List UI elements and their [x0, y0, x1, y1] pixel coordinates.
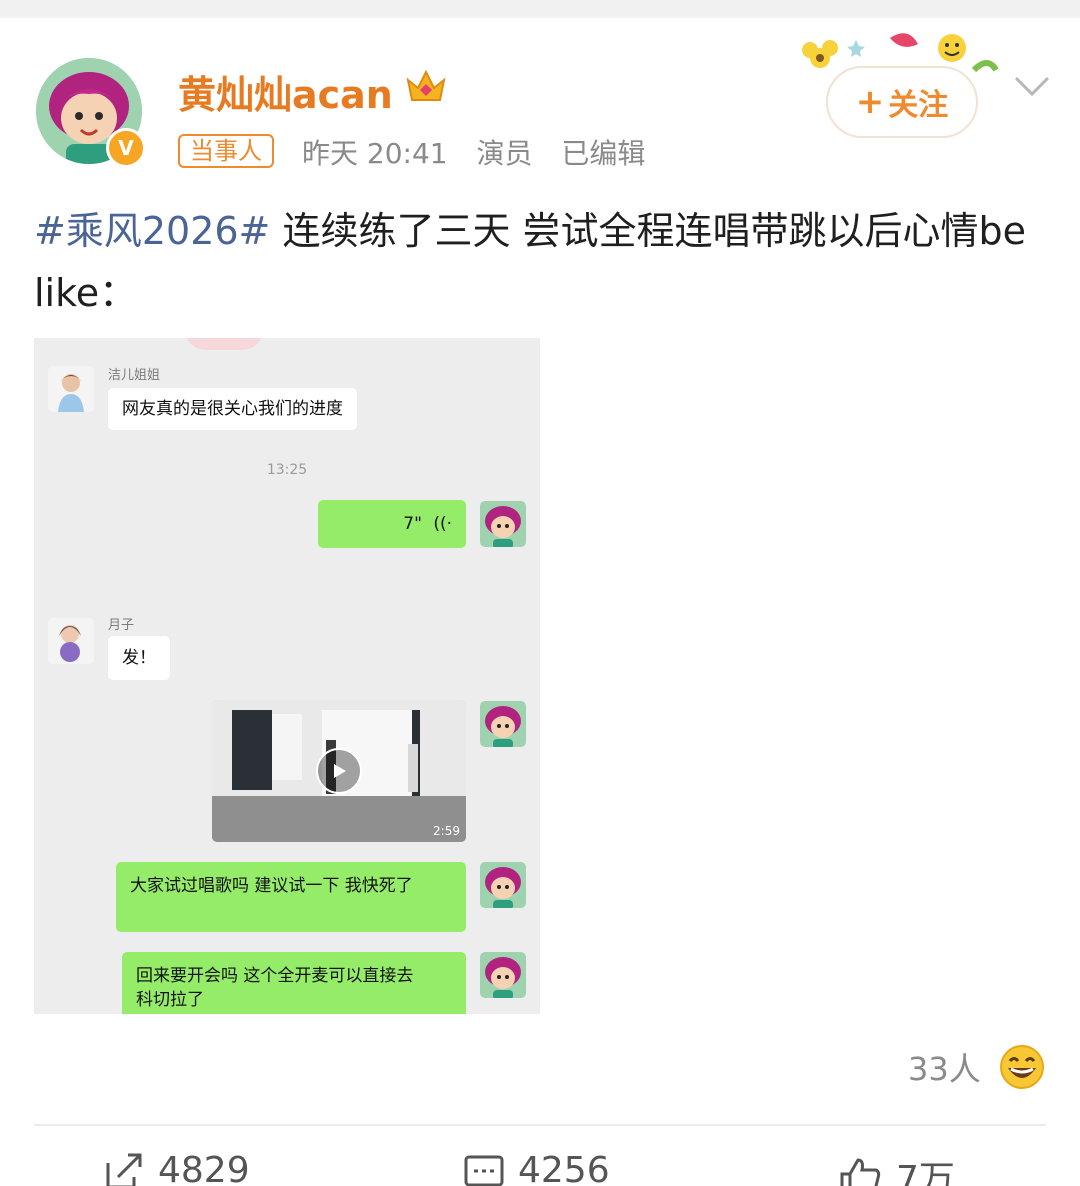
voice-message[interactable]: 7" ((· — [318, 500, 466, 548]
video-duration: 2:59 — [433, 824, 460, 838]
voice-duration: 7" — [403, 514, 422, 534]
username[interactable]: 黄灿灿acan — [178, 64, 393, 119]
message-bubble: 回来要开会吗 这个全开麦可以直接去 科切拉了 — [122, 952, 466, 1014]
verified-icon: V — [106, 128, 146, 168]
comment-count: 4256 — [518, 1150, 610, 1186]
sender-name: 洁儿姐姐 — [108, 368, 161, 383]
post-role: 演员 — [476, 137, 533, 170]
message-bubble: 大家试过唱歌吗 建议试一下 我快死了 — [116, 862, 466, 932]
chevron-down-icon[interactable] — [1012, 70, 1052, 100]
voice-icon: ((· — [433, 514, 452, 534]
post-time: 昨天 20:41 — [302, 137, 448, 170]
play-icon[interactable] — [316, 748, 362, 794]
edited-label: 已编辑 — [561, 137, 646, 170]
sender-avatar — [48, 618, 94, 664]
chat-timestamp: 13:25 — [266, 462, 308, 478]
comment-button[interactable]: 4256 — [464, 1150, 610, 1186]
repost-count: 4829 — [158, 1150, 250, 1186]
follow-label: 关注 — [888, 88, 949, 123]
self-avatar — [480, 501, 526, 547]
post-meta: 昨天 20:41 演员 已编辑 — [302, 132, 665, 172]
self-avatar — [480, 862, 526, 908]
comment-icon — [464, 1155, 504, 1186]
message-line: 回来要开会吗 这个全开麦可以直接去 — [136, 966, 414, 986]
follow-button[interactable]: + 关注 — [826, 66, 978, 138]
participant-badge: 当事人 — [178, 134, 274, 168]
hashtag-link[interactable]: #乘风2026# — [34, 209, 270, 253]
repost-button[interactable]: 4829 — [104, 1150, 250, 1186]
post-image[interactable]: 洁儿姐姐 网友真的是很关心我们的进度 13:25 7" ((· 月子 发！ 2:… — [34, 338, 540, 1014]
self-avatar — [480, 701, 526, 747]
self-avatar — [480, 952, 526, 998]
video-message[interactable]: 2:59 — [212, 700, 466, 842]
divider — [34, 1124, 1046, 1126]
crown-icon — [406, 69, 446, 101]
laughing-emoji-icon[interactable] — [998, 1044, 1046, 1090]
top-strip — [0, 0, 1080, 18]
repost-icon — [106, 1153, 142, 1186]
plus-icon: + — [855, 82, 885, 122]
like-button[interactable]: 7万 — [838, 1150, 955, 1186]
thumbs-up-icon — [840, 1158, 881, 1186]
like-count: 7万 — [896, 1159, 955, 1186]
post-text: #乘风2026# 连续练了三天 尝试全程连唱带跳以后心情be like： — [34, 200, 1046, 324]
message-bubble: 网友真的是很关心我们的进度 — [108, 388, 357, 430]
message-line: 科切拉了 — [136, 990, 204, 1010]
sender-avatar — [48, 366, 94, 412]
reaction-count[interactable]: 33人 — [908, 1044, 981, 1090]
message-bubble: 发！ — [108, 636, 170, 680]
sticker-fragment — [184, 338, 264, 350]
sender-name: 月子 — [108, 618, 135, 633]
